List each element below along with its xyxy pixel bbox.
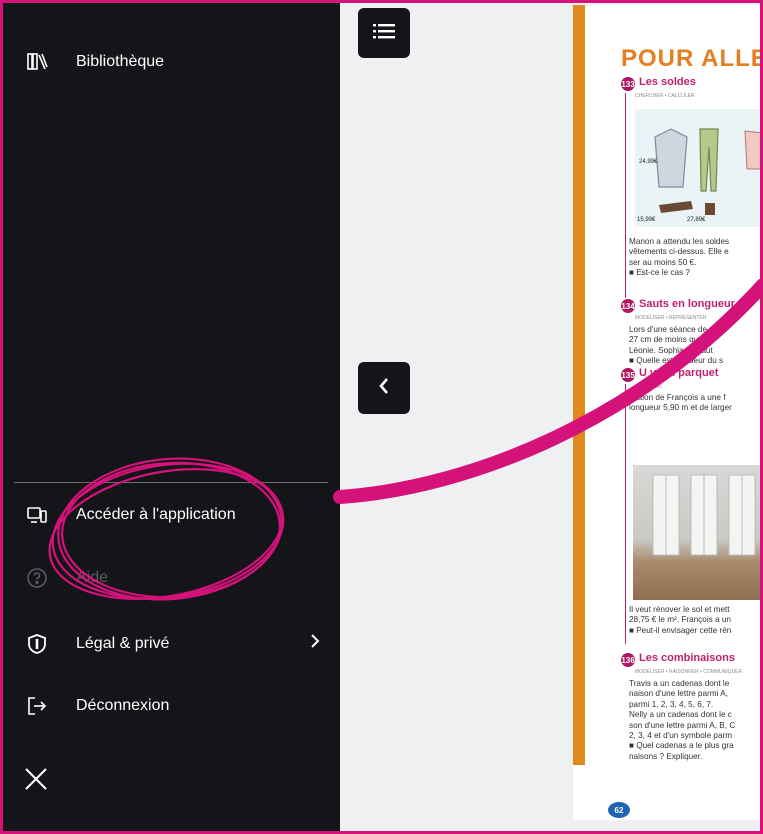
toc-menu-button[interactable] [358, 8, 410, 58]
exercise-number: 133 [621, 77, 635, 91]
close-icon[interactable] [22, 765, 50, 793]
chevron-left-icon [378, 377, 390, 400]
help-icon [26, 567, 48, 589]
exercise-number: 135 [621, 368, 635, 382]
exercise-text: Lors d'une séance de sa 27 cm de moins q… [629, 325, 724, 366]
exercise-tag: MODÉLISER • REPRÉSENTER [635, 315, 707, 321]
exercise-rule [625, 93, 626, 298]
exercise-text: Travis a un cadenas dont le naison d'une… [629, 679, 736, 761]
menu-item-open-app[interactable]: Accéder à l'application [26, 500, 236, 530]
exercise-number: 134 [621, 299, 635, 313]
library-icon [26, 51, 48, 73]
logout-icon [26, 695, 48, 717]
price-label: 27,89€ [687, 217, 706, 223]
clothes-illustration: 24,99€ 15,99€ 27,89€ [635, 109, 763, 227]
menu-item-help[interactable]: Aide [26, 563, 108, 593]
exercise-title: Les combinaisons [639, 652, 735, 664]
menu-item-legal[interactable]: Légal & privé [26, 629, 169, 659]
menu-item-library[interactable]: Bibliothèque [26, 47, 164, 77]
price-label: 24,99€ [639, 159, 658, 165]
menu-divider [14, 482, 328, 483]
menu-item-label: Légal & privé [76, 635, 170, 652]
exercise-text: salon de François a une f longueur 5,90 … [629, 393, 732, 413]
shield-icon [26, 633, 48, 655]
menu-item-label: Accéder à l'application [76, 506, 236, 523]
side-menu: Bibliothèque Accéder à l'application Aid… [0, 0, 340, 834]
exercise-title: U veau parquet [639, 367, 719, 379]
page-stripe [573, 5, 585, 765]
list-icon [373, 22, 395, 45]
exercise-text: Manon a attendu les soldes vêtements ci-… [629, 237, 730, 278]
previous-page-button[interactable] [358, 362, 410, 414]
exercise-text: Il veut rénover le sol et mett 28,75 € l… [629, 605, 732, 635]
chevron-right-icon [310, 634, 320, 653]
menu-item-label: Aide [76, 569, 109, 586]
page-number: 62 [608, 802, 630, 818]
exercise-tag: CHERCHER • CALCULER [635, 93, 695, 99]
room-photo [633, 465, 763, 600]
exercise-tag: CALCULER [635, 384, 662, 390]
app-screen-icon [26, 504, 48, 526]
textbook-page: POUR ALLE 133 Les soldes CHERCHER • CALC… [573, 5, 763, 820]
exercise-tag: MODÉLISER • RAISONNER • COMMUNIQUER [635, 669, 743, 675]
menu-item-label: Déconnexion [76, 697, 170, 714]
page-title: POUR ALLE [621, 45, 763, 72]
exercise-rule [625, 384, 626, 644]
menu-item-label: Bibliothèque [76, 53, 165, 70]
price-label: 15,99€ [637, 217, 656, 223]
exercise-title: Les soldes [639, 76, 696, 88]
exercise-number: 136 [621, 653, 635, 667]
menu-item-logout[interactable]: Déconnexion [26, 691, 169, 721]
exercise-title: Sauts en longueur [639, 298, 735, 310]
